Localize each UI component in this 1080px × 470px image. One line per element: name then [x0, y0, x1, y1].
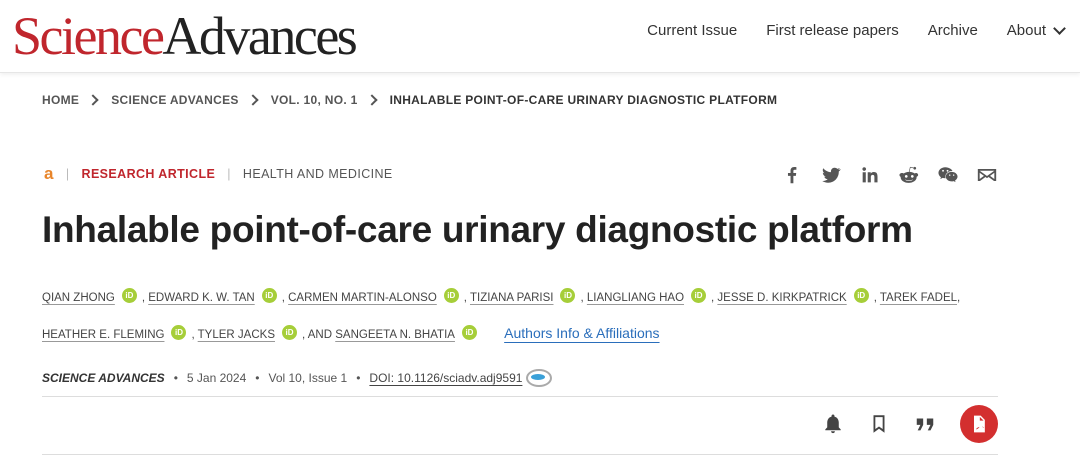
site-header: ScienceAdvances Current Issue First rele… [0, 0, 1080, 73]
orcid-icon[interactable]: iD [853, 288, 869, 303]
orcid-icon[interactable]: iD [121, 288, 137, 303]
author-name[interactable]: HEATHER E. FLEMING [42, 329, 164, 341]
bullet: • [255, 371, 260, 385]
logo-science: Science [12, 6, 165, 66]
volume-issue[interactable]: Vol 10, Issue 1 [268, 371, 347, 385]
journal-name: SCIENCE ADVANCES [42, 371, 165, 385]
chevron-down-icon [1053, 21, 1066, 35]
chevron-right-icon [365, 94, 378, 106]
article-title: Inhalable point-of-care urinary diagnost… [42, 209, 913, 250]
bullet: • [173, 371, 178, 385]
and-text: AND [307, 329, 333, 341]
wechat-icon[interactable] [937, 164, 959, 186]
article-meta-row: a | RESEARCH ARTICLE | HEALTH AND MEDICI… [42, 164, 393, 184]
separator: | [227, 167, 231, 181]
article-actions [822, 405, 998, 443]
pdf-button[interactable] [960, 405, 998, 443]
breadcrumb-issue[interactable]: VOL. 10, NO. 1 [271, 93, 358, 107]
share-toolbar [781, 164, 998, 186]
nav-about[interactable]: About [1006, 21, 1066, 39]
orcid-icon[interactable]: iD [281, 325, 297, 340]
email-icon[interactable] [976, 164, 998, 186]
logo-advances: Advances [162, 6, 357, 66]
breadcrumb: HOME SCIENCE ADVANCES VOL. 10, NO. 1 INH… [42, 93, 777, 107]
orcid-icon[interactable]: iD [461, 325, 477, 340]
author-list: QIAN ZHONG iD, EDWARD K. W. TAN iD, CARMEN… [42, 281, 1002, 353]
orcid-icon[interactable]: iD [560, 288, 576, 303]
breadcrumb-home[interactable]: HOME [42, 93, 79, 107]
author-name[interactable]: EDWARD K. W. TAN [148, 292, 255, 304]
breadcrumb-journal[interactable]: SCIENCE ADVANCES [111, 93, 238, 107]
chevron-right-icon [87, 94, 99, 106]
author-name[interactable]: CARMEN MARTIN-ALONSO [288, 292, 437, 304]
orcid-icon[interactable]: iD [261, 288, 277, 303]
author-name[interactable]: JESSE D. KIRKPATRICK [717, 292, 846, 304]
chevron-right-icon [247, 94, 259, 106]
bell-icon[interactable] [822, 413, 844, 435]
author-name[interactable]: TYLER JACKS [198, 329, 275, 341]
breadcrumb-current: INHALABLE POINT-OF-CARE URINARY DIAGNOST… [389, 93, 778, 107]
doi-link[interactable]: DOI: 10.1126/sciadv.adj9591 [369, 371, 522, 385]
author-name[interactable]: SANGEETA N. BHATIA [335, 329, 455, 341]
facebook-icon[interactable] [781, 164, 803, 186]
bullet: • [356, 371, 361, 385]
nav-archive[interactable]: Archive [928, 22, 978, 39]
separator: | [65, 167, 70, 181]
divider [42, 454, 998, 455]
nav-current-issue[interactable]: Current Issue [647, 22, 737, 39]
nav-first-release-papers[interactable]: First release papers [766, 22, 899, 39]
orcid-icon[interactable]: iD [691, 288, 707, 303]
publication-info: SCIENCE ADVANCES • 5 Jan 2024 • Vol 10, … [42, 369, 553, 387]
bookmark-icon[interactable] [868, 413, 890, 435]
author-name[interactable]: QIAN ZHONG [42, 292, 115, 304]
divider [42, 396, 998, 397]
author-name[interactable]: TIZIANA PARISI [470, 292, 554, 304]
twitter-icon[interactable] [820, 164, 842, 186]
pdf-icon [974, 415, 985, 433]
reddit-icon[interactable] [898, 164, 920, 186]
authors-info-affiliations-link[interactable]: Authors Info & Affiliations [504, 325, 659, 341]
site-logo[interactable]: ScienceAdvances [12, 6, 358, 66]
author-name[interactable]: TAREK FADEL [880, 292, 957, 304]
author-name[interactable]: LIANGLIANG HAO [587, 292, 684, 304]
open-access-icon: a [44, 164, 54, 183]
orcid-icon[interactable]: iD [171, 325, 187, 340]
main-nav: Current Issue First release papers Archi… [647, 21, 1066, 39]
crossmark-icon[interactable] [526, 369, 553, 387]
nav-about-label: About [1006, 22, 1046, 39]
article-type: RESEARCH ARTICLE [81, 167, 216, 181]
article-subject[interactable]: HEALTH AND MEDICINE [243, 167, 393, 181]
linkedin-icon[interactable] [859, 164, 881, 186]
quote-icon[interactable] [914, 413, 936, 435]
orcid-icon[interactable]: iD [443, 288, 459, 303]
publish-date: 5 Jan 2024 [186, 371, 247, 385]
